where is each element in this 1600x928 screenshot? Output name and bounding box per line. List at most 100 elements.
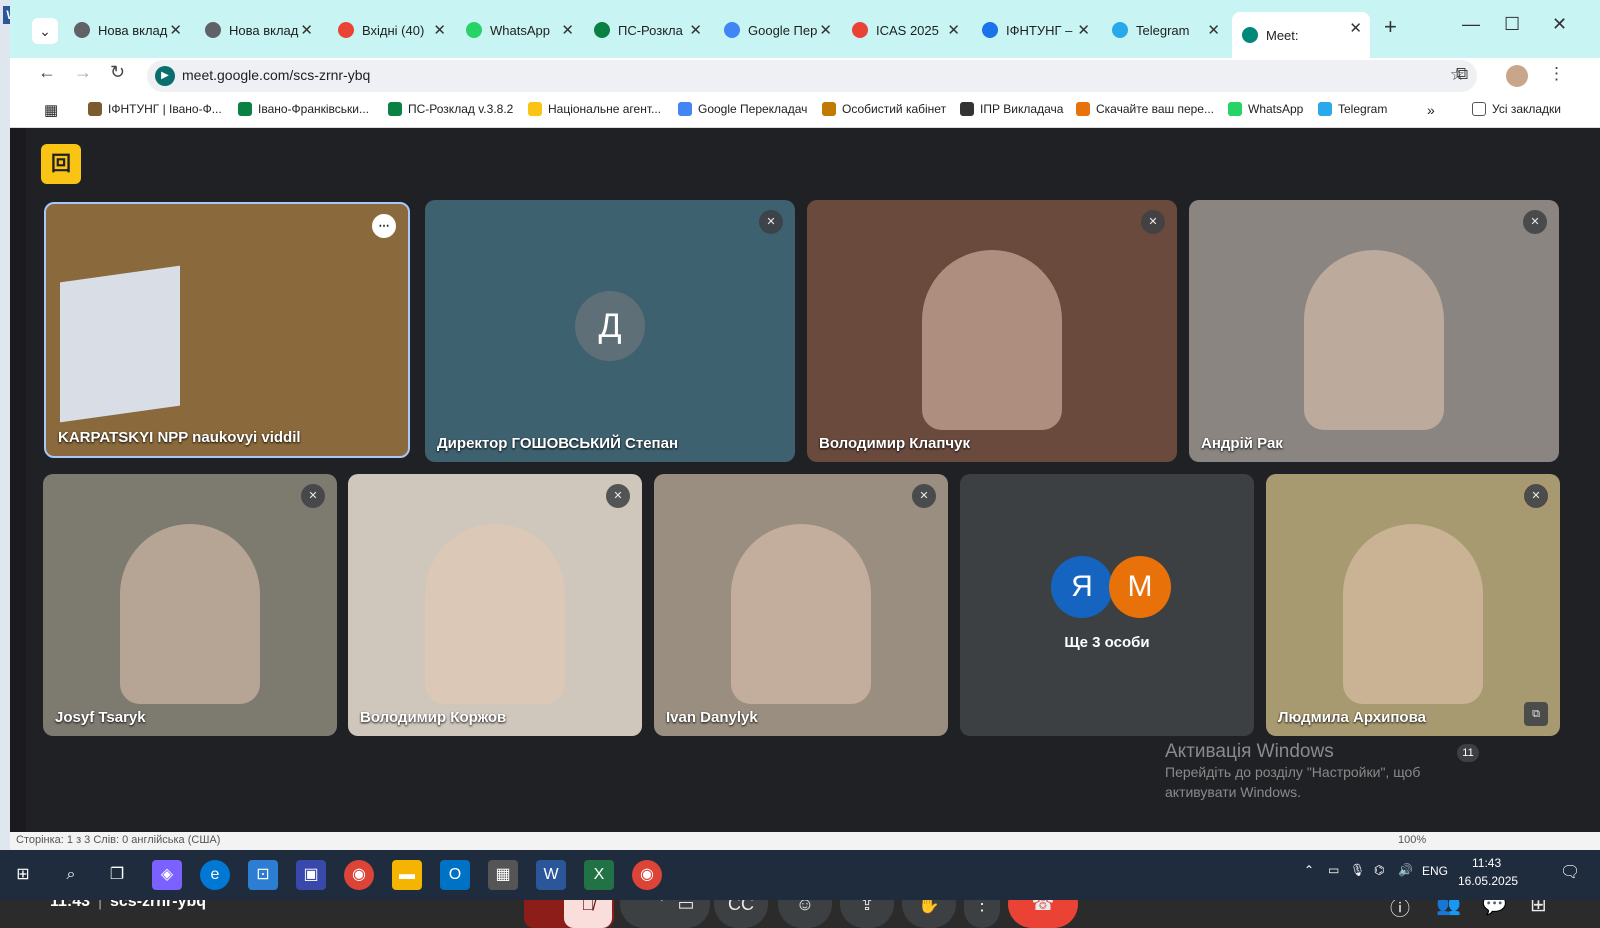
word-status-bar: Сторінка: 1 з 3 Слів: 0 англійська (США)… (10, 832, 1600, 850)
tab-8[interactable]: ІФНТУНГ – ✕ (972, 14, 1098, 46)
chrome-taskbar-icon[interactable]: ◉ (344, 860, 374, 890)
chrome-taskbar-icon-2[interactable]: ◉ (632, 860, 662, 890)
tab-1[interactable]: Нова вклад ✕ (64, 14, 190, 46)
network-icon[interactable]: ⌬ (1374, 863, 1384, 877)
file-explorer-icon[interactable]: ▬ (392, 860, 422, 890)
close-tab-icon[interactable]: ✕ (300, 21, 313, 39)
tab-10[interactable]: Meet: ✕ (1232, 12, 1370, 58)
close-tab-icon[interactable]: ✕ (1207, 21, 1220, 39)
close-tab-icon[interactable]: ✕ (947, 21, 960, 39)
bookmark-4[interactable]: Національне агент... (528, 102, 661, 116)
close-tab-icon[interactable]: ✕ (1349, 19, 1362, 37)
notifications-icon[interactable]: 🗨 (1560, 862, 1580, 882)
close-tab-icon[interactable]: ✕ (819, 21, 832, 39)
participant-tile[interactable]: ✕ Андрій Рак (1189, 200, 1559, 462)
clock-date[interactable]: 16.05.2025 (1458, 874, 1518, 888)
participant-avatar: М (1109, 556, 1171, 618)
edge-icon[interactable]: e (200, 860, 230, 890)
volume-icon[interactable]: 🔊 (1398, 863, 1413, 877)
search-icon[interactable]: ⌕ (56, 860, 86, 890)
bookmark-favicon-icon (238, 102, 252, 116)
clock-time[interactable]: 11:43 (1472, 856, 1501, 870)
meet-icon (1242, 27, 1258, 43)
tab-6[interactable]: Google Пер ✕ (714, 14, 840, 46)
outlook-icon[interactable]: O (440, 860, 470, 890)
bookmark-favicon-icon (1228, 102, 1242, 116)
participant-tile[interactable]: ✕ Ivan Danylyk (654, 474, 948, 736)
new-tab-button[interactable]: + (1384, 14, 1397, 40)
participants-count: 11 (1457, 744, 1479, 762)
chrome-icon (205, 22, 221, 38)
tab-5[interactable]: ПС-Розкла ✕ (584, 14, 710, 46)
bookmark-1[interactable]: ІФНТУНГ | Івано-Ф... (88, 102, 222, 116)
bookmark-favicon-icon (1076, 102, 1090, 116)
meet-icon: ▶ (155, 66, 175, 86)
close-tab-icon[interactable]: ✕ (433, 21, 446, 39)
folder-icon (1472, 102, 1486, 116)
store-icon[interactable]: ⊡ (248, 860, 278, 890)
bookmark-8[interactable]: Скачайте ваш пере... (1076, 102, 1214, 116)
calculator-icon[interactable]: ▦ (488, 860, 518, 890)
more-bookmarks-icon[interactable]: » (1427, 102, 1435, 118)
participant-tile[interactable]: ✕ Людмила Архипова ⧉ (1266, 474, 1560, 736)
participant-tile[interactable]: ✕ Володимир Клапчук (807, 200, 1177, 462)
participant-tile[interactable]: ✕ Josyf Tsaryk (43, 474, 337, 736)
bookmark-favicon-icon (88, 102, 102, 116)
calendar-icon (982, 22, 998, 38)
language-indicator[interactable]: ENG (1422, 864, 1448, 878)
bookmark-2[interactable]: Івано-Франківськи... (238, 102, 369, 116)
bookmark-5[interactable]: Google Перекладач (678, 102, 807, 116)
tray-chevron-icon[interactable]: ⌃ (1304, 863, 1314, 877)
participant-tile[interactable]: ⋯ KARPATSKYI NPP naukovyi viddil (44, 202, 410, 458)
back-button[interactable]: ← (38, 62, 56, 83)
copilot-icon[interactable]: ◈ (152, 860, 182, 890)
projection-screen (60, 265, 180, 423)
bookmark-10[interactable]: Telegram (1318, 102, 1387, 116)
reload-button[interactable]: ↻ (110, 62, 125, 83)
extensions-icon[interactable]: ⧉ (1456, 64, 1468, 84)
tab-7[interactable]: ICAS 2025 ✕ (842, 14, 968, 46)
word-taskbar-icon[interactable]: W (536, 860, 566, 890)
all-bookmarks[interactable]: Усі закладки (1472, 102, 1561, 116)
mic-tray-icon[interactable]: 🎙 (1350, 863, 1365, 877)
participant-tile[interactable]: ✕ Володимир Коржов (348, 474, 642, 736)
tab-4[interactable]: WhatsApp ✕ (456, 14, 582, 46)
bookmark-3[interactable]: ПС-Розклад v.3.8.2 (388, 102, 513, 116)
start-icon[interactable]: ⊞ (8, 860, 38, 890)
excel-icon[interactable]: X (584, 860, 614, 890)
participant-video (922, 250, 1062, 430)
tab-3[interactable]: Вхідні (40) ✕ (328, 14, 454, 46)
tab-search-button[interactable]: ⌄ (32, 18, 58, 44)
forward-button[interactable]: → (74, 62, 92, 83)
close-tab-icon[interactable]: ✕ (561, 21, 574, 39)
tab-title: Нова вклад (229, 22, 299, 38)
meet-tray-icon[interactable]: ▭ (1328, 863, 1339, 877)
close-tab-icon[interactable]: ✕ (169, 21, 182, 39)
maximize-button[interactable]: ☐ (1504, 14, 1520, 35)
tab-9[interactable]: Telegram ✕ (1102, 14, 1228, 46)
tab-title: Telegram (1136, 22, 1190, 38)
save-app-icon[interactable]: ▣ (296, 860, 326, 890)
bookmark-7[interactable]: ІПР Викладача (960, 102, 1063, 116)
tab-title: ICAS 2025 (876, 22, 939, 38)
tab-2[interactable]: Нова вклад ✕ (195, 14, 321, 46)
participant-tile[interactable]: Д ✕ Директор ГОШОВСЬКИЙ Степан (425, 200, 795, 462)
task-view-icon[interactable]: ❐ (102, 860, 132, 890)
pip-icon[interactable]: ⧉ (1524, 702, 1548, 726)
minimize-button[interactable]: — (1462, 14, 1480, 35)
address-bar[interactable]: ▶ meet.google.com/scs-zrnr-ybq ☆ (147, 60, 1477, 92)
apps-icon[interactable]: ▦ (44, 101, 58, 119)
bookmark-favicon-icon (528, 102, 542, 116)
url-text[interactable]: meet.google.com/scs-zrnr-ybq (182, 67, 370, 83)
menu-icon[interactable]: ⋮ (1548, 64, 1565, 84)
bookmark-9[interactable]: WhatsApp (1228, 102, 1303, 116)
profile-avatar[interactable] (1506, 65, 1528, 87)
participant-tile[interactable]: Я М Ще 3 особи (960, 474, 1254, 736)
bookmark-6[interactable]: Особистий кабінет (822, 102, 946, 116)
close-tab-icon[interactable]: ✕ (1077, 21, 1090, 39)
participant-video (120, 524, 260, 704)
participant-name: Ще 3 особи (1064, 634, 1150, 651)
more-options-icon[interactable]: ⋯ (372, 214, 396, 238)
close-window-button[interactable]: ✕ (1552, 14, 1567, 35)
close-tab-icon[interactable]: ✕ (689, 21, 702, 39)
